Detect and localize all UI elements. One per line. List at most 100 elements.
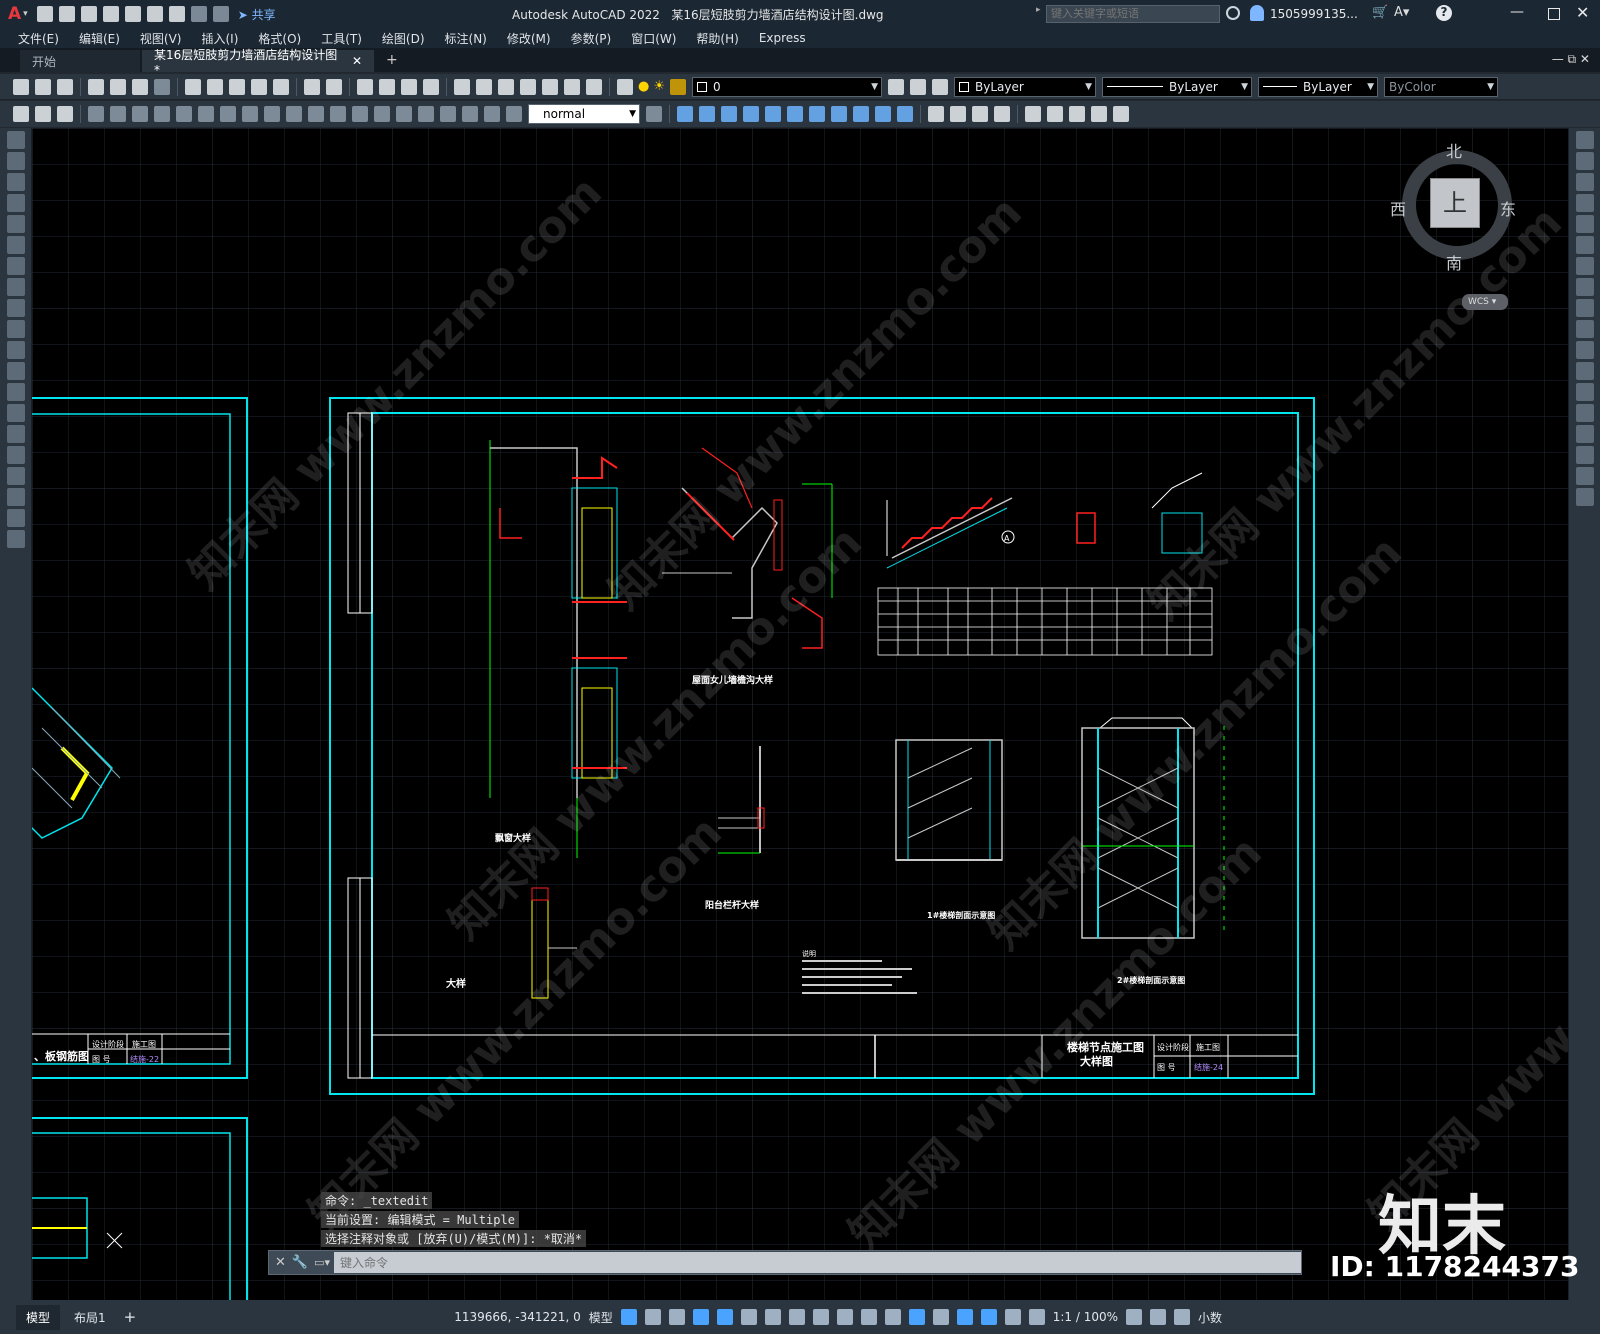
insert-block-icon[interactable] <box>6 362 25 380</box>
object-snap-icon[interactable] <box>812 1309 829 1325</box>
dim-ordinate-icon[interactable] <box>154 106 170 122</box>
annotation-visibility-icon[interactable] <box>1004 1309 1021 1325</box>
color-dropdown[interactable]: ByLayer ▼ <box>954 76 1096 97</box>
zoom-realtime-icon[interactable] <box>379 78 395 95</box>
copy-icon[interactable] <box>207 78 223 95</box>
make-block-icon[interactable] <box>6 383 25 401</box>
auto-scale-icon[interactable] <box>1028 1309 1045 1325</box>
autocad-logo-icon[interactable]: A <box>8 4 21 24</box>
break-icon[interactable] <box>1575 383 1594 401</box>
menu-item-3[interactable]: 插入(I) <box>191 30 248 47</box>
open-file-icon[interactable] <box>58 6 75 22</box>
region-icon[interactable] <box>6 467 25 485</box>
ellipse-icon[interactable] <box>6 320 25 338</box>
dim-linear-icon[interactable] <box>88 106 104 122</box>
zoom-previous-icon[interactable] <box>423 78 439 95</box>
visual-style-icon-1[interactable] <box>928 106 944 122</box>
dim-radius-icon[interactable] <box>176 106 192 122</box>
tab-layout1[interactable]: 布局1 <box>70 1309 110 1326</box>
snap-icon[interactable] <box>644 1309 661 1325</box>
view-icon-3[interactable] <box>1069 106 1085 122</box>
dim-override-icon[interactable] <box>646 106 662 122</box>
paste-icon[interactable] <box>229 78 245 95</box>
publish-icon[interactable] <box>132 78 148 95</box>
dim-space-icon[interactable] <box>330 106 346 122</box>
menu-item-12[interactable]: Express <box>749 31 816 45</box>
workspace-gear-icon[interactable] <box>1126 1309 1143 1325</box>
print-icon[interactable] <box>88 78 104 95</box>
wcs-menu[interactable]: WCS ▾ <box>1462 294 1508 310</box>
units-icon[interactable] <box>1174 1309 1191 1325</box>
visual-style-icon-4[interactable] <box>994 106 1010 122</box>
dim-arc-icon[interactable] <box>132 106 148 122</box>
command-recent-icon[interactable]: ▭▾ <box>314 1256 330 1269</box>
explode-icon[interactable] <box>1575 488 1594 506</box>
layer-properties-icon[interactable] <box>617 78 633 95</box>
modeling-icon-2[interactable] <box>699 106 715 122</box>
dynamic-input-icon[interactable] <box>692 1309 709 1325</box>
dim-edit-icon[interactable] <box>462 106 478 122</box>
rectangle-icon[interactable] <box>6 215 25 233</box>
line-icon[interactable] <box>6 131 25 149</box>
join-icon[interactable] <box>1575 404 1594 422</box>
plot-icon[interactable] <box>168 6 185 22</box>
menu-item-11[interactable]: 帮助(H) <box>686 30 748 47</box>
extend-icon[interactable] <box>1575 341 1594 359</box>
quick-dim-icon[interactable] <box>264 106 280 122</box>
layer-lock-icon[interactable] <box>670 78 686 95</box>
layer-dropdown[interactable]: 0 ▼ <box>692 76 882 97</box>
menu-item-1[interactable]: 编辑(E) <box>69 30 130 47</box>
dim-diameter-icon[interactable] <box>220 106 236 122</box>
dim-text-edit-icon[interactable] <box>484 106 500 122</box>
modeling-icon-3[interactable] <box>721 106 737 122</box>
command-input[interactable] <box>334 1252 1301 1273</box>
spline-icon[interactable] <box>6 299 25 317</box>
scale-icon[interactable] <box>1575 278 1594 296</box>
designcenter-icon[interactable] <box>476 78 492 95</box>
viewcube-north[interactable]: 北 <box>1446 138 1462 162</box>
annotation-scale[interactable]: 1:1 / 100% <box>1049 1310 1122 1324</box>
command-close-icon[interactable]: ✕ <box>275 1255 286 1270</box>
ellipse-arc-icon[interactable] <box>6 341 25 359</box>
layer-freeze-icon[interactable]: ☀ <box>653 79 665 94</box>
minimize-icon[interactable]: — <box>1510 4 1524 20</box>
matchprop-icon[interactable] <box>251 78 267 95</box>
layer-previous-icon[interactable] <box>910 78 926 95</box>
menu-item-6[interactable]: 绘图(D) <box>372 30 435 47</box>
polar-icon[interactable] <box>740 1309 757 1325</box>
linetype-dropdown[interactable]: ByLayer ▼ <box>1102 76 1252 97</box>
user-name[interactable]: 1505999135... <box>1270 7 1358 21</box>
visual-style-icon-2[interactable] <box>950 106 966 122</box>
dim-aligned-icon[interactable] <box>110 106 126 122</box>
gizmo-icon[interactable] <box>980 1309 997 1325</box>
drawing-canvas[interactable]: 、板钢筋图 设计阶段 施工图 图 号 结施-22 飘窗大样 屋面女儿墙檐沟大样 … <box>32 128 1568 1300</box>
multiline-text-icon[interactable] <box>6 509 25 527</box>
web-open-icon[interactable] <box>124 6 141 22</box>
zoom-window-icon[interactable] <box>401 78 417 95</box>
tab-model[interactable]: 模型 <box>16 1304 61 1330</box>
array-icon[interactable] <box>1575 215 1594 233</box>
viewcube-top-face[interactable]: 上 <box>1430 178 1480 228</box>
jog-line-icon[interactable] <box>440 106 456 122</box>
circle-icon[interactable] <box>6 257 25 275</box>
add-layout-icon[interactable]: + <box>120 1308 141 1326</box>
make-current-layer-icon[interactable] <box>888 78 904 95</box>
modeling-icon-7[interactable] <box>809 106 825 122</box>
search-input[interactable] <box>1046 5 1220 23</box>
markup-icon[interactable] <box>542 78 558 95</box>
properties-icon[interactable] <box>454 78 470 95</box>
coordinate-readout[interactable]: 1139666, -341221, 0 <box>450 1310 584 1324</box>
sheetset-icon[interactable] <box>520 78 536 95</box>
undo-icon-2[interactable] <box>304 78 320 95</box>
units-value[interactable]: 小数 <box>1194 1309 1226 1326</box>
viewcube[interactable]: 上 北 南 东 西 <box>1390 138 1518 273</box>
menu-item-5[interactable]: 工具(T) <box>311 30 372 47</box>
save-icon-2[interactable] <box>57 78 73 95</box>
dim-style-icon[interactable] <box>13 106 29 122</box>
help-icon-2[interactable] <box>586 78 602 95</box>
tolerance-icon[interactable] <box>374 106 390 122</box>
view-icon-1[interactable] <box>1025 106 1041 122</box>
add-selected-icon[interactable] <box>6 530 25 548</box>
visual-style-icon-3[interactable] <box>972 106 988 122</box>
dim-angular-icon[interactable] <box>242 106 258 122</box>
